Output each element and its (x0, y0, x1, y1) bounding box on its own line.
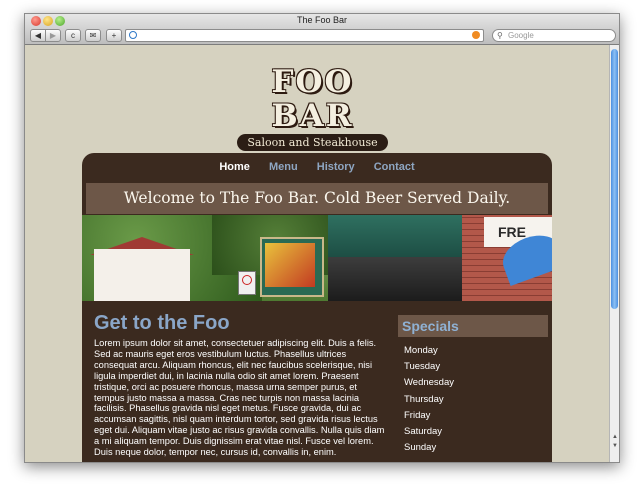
specials-heading: Specials (398, 315, 548, 337)
no-parking-sign (238, 271, 256, 295)
back-button[interactable]: ◀ (30, 29, 46, 42)
main-column: Get to the Foo Lorem ipsum dolor sit ame… (94, 311, 390, 458)
scrollbar-thumb[interactable] (611, 49, 618, 309)
welcome-banner: Welcome to The Foo Bar. Cold Beer Served… (86, 183, 548, 214)
main-body-text: Lorem ipsum dolor sit amet, consectetuer… (94, 338, 385, 458)
search-placeholder: Google (508, 31, 534, 40)
browser-window: The Foo Bar ◀ ▶ c ✉ + ⚲ Google FOO BAR S… (24, 13, 620, 463)
bookmark-button[interactable]: ✉ (85, 29, 101, 42)
main-nav: Home Menu History Contact (82, 161, 552, 173)
logo-tagline: Saloon and Steakhouse (237, 134, 388, 151)
special-day-thursday[interactable]: Thursday (404, 392, 548, 408)
nav-home[interactable]: Home (219, 161, 250, 173)
address-bar[interactable] (125, 29, 484, 42)
specials-sidebar: Specials Monday Tuesday Wednesday Thursd… (398, 315, 548, 456)
nav-history[interactable]: History (317, 161, 355, 173)
special-day-wednesday[interactable]: Wednesday (404, 375, 548, 391)
search-icon: ⚲ (497, 31, 503, 40)
special-day-tuesday[interactable]: Tuesday (404, 359, 548, 375)
search-input[interactable]: ⚲ Google (492, 29, 616, 42)
special-day-sunday[interactable]: Sunday (404, 440, 548, 456)
page-viewport: FOO BAR Saloon and Steakhouse Home Menu … (25, 45, 609, 462)
site-logo[interactable]: FOO BAR Saloon and Steakhouse (230, 65, 395, 151)
special-day-monday[interactable]: Monday (404, 343, 548, 359)
nav-contact[interactable]: Contact (374, 161, 415, 173)
vertical-scrollbar[interactable]: ▲ ▼ (609, 45, 619, 462)
special-day-friday[interactable]: Friday (404, 408, 548, 424)
specials-list: Monday Tuesday Wednesday Thursday Friday… (398, 343, 548, 456)
content-panel: Home Menu History Contact Welcome to The… (82, 153, 552, 462)
add-bookmark-button[interactable]: + (106, 29, 122, 42)
reload-button[interactable]: c (65, 29, 81, 42)
forward-button[interactable]: ▶ (45, 29, 61, 42)
scroll-down-arrow-icon[interactable]: ▼ (611, 443, 619, 451)
globe-icon (129, 31, 137, 39)
main-heading: Get to the Foo (94, 312, 230, 334)
logo-wordmark: FOO BAR (271, 64, 354, 134)
window-title: The Foo Bar (296, 15, 348, 25)
nav-menu[interactable]: Menu (269, 161, 298, 173)
scroll-up-arrow-icon[interactable]: ▲ (611, 434, 619, 442)
special-day-saturday[interactable]: Saturday (404, 424, 548, 440)
rss-icon[interactable] (472, 31, 480, 39)
hero-photo: FRE (82, 215, 552, 301)
browser-toolbar: The Foo Bar ◀ ▶ c ✉ + ⚲ Google (25, 14, 619, 45)
